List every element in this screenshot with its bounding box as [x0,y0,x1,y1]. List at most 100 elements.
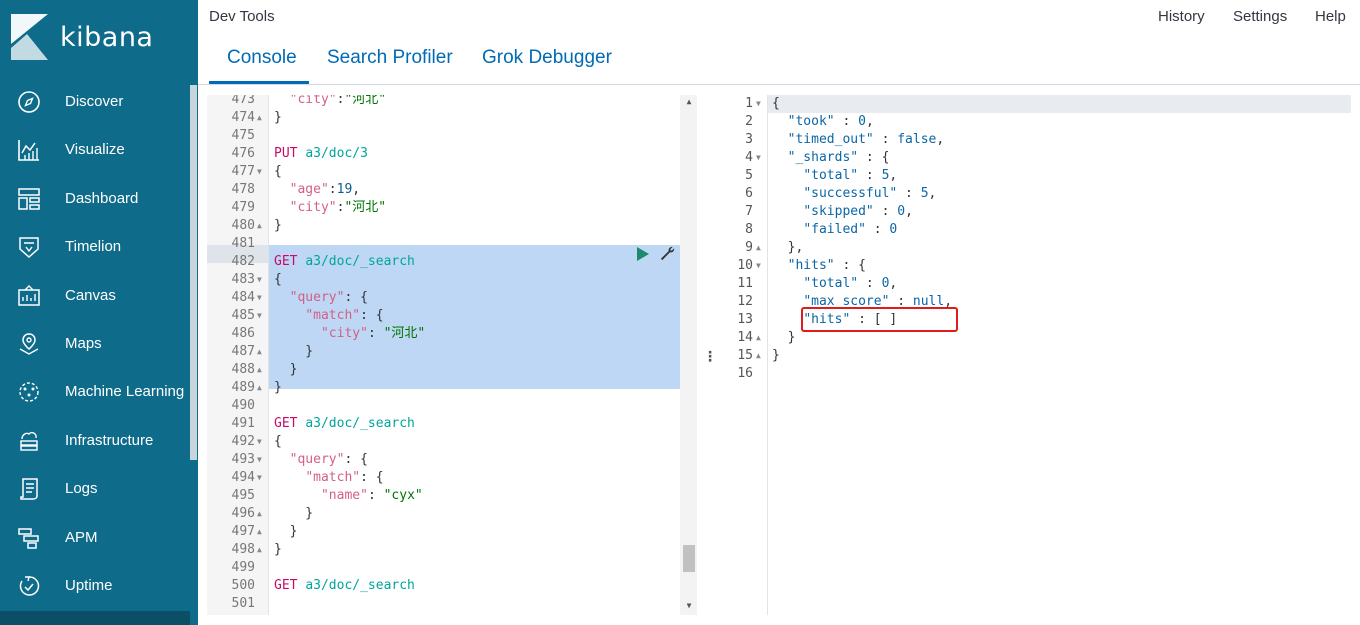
scroll-up-arrow[interactable]: ▲ [684,97,694,106]
scroll-down-arrow[interactable]: ▼ [684,601,694,610]
fold-toggle-icon[interactable]: ▲ [257,505,265,523]
nav-item-canvas[interactable]: Canvas [0,272,190,320]
code-line: } [274,380,282,395]
nav-item-dashboard[interactable]: Dashboard [0,175,190,223]
output-code-line: "total" : 5, [803,168,898,183]
fold-toggle-icon[interactable]: ▼ [257,307,265,325]
fold-toggle-icon[interactable]: ▲ [257,361,265,379]
line-number: 479 [231,200,255,215]
nav-label: Maps [65,335,102,352]
output-code-line: "took" : 0, [787,114,874,129]
fold-toggle-icon[interactable]: ▲ [257,343,265,361]
sidebar-scrollbar[interactable] [190,85,197,460]
line-number: 482 [231,254,255,269]
line-number: 475 [231,128,255,143]
fold-toggle-icon[interactable]: ▲ [257,379,265,397]
help-link[interactable]: Help [1315,8,1346,25]
nav-item-maps[interactable]: Maps [0,320,190,368]
fold-toggle-icon[interactable]: ▼ [756,149,764,167]
nav-item-infrastructure[interactable]: Infrastructure [0,417,190,465]
output-line-number: 5 [745,168,753,183]
nav-item-discover[interactable]: Discover [0,78,190,126]
fold-toggle-icon[interactable]: ▲ [257,541,265,559]
active-tab-indicator [209,81,309,84]
fold-toggle-icon[interactable]: ▼ [257,451,265,469]
line-number: 498 [231,542,255,557]
fold-toggle-icon[interactable]: ▲ [756,347,764,365]
code-line: "city": "河北" [320,326,426,341]
editor-scrollbar-track[interactable] [680,95,697,615]
output-code-line: "_shards" : { [787,150,890,165]
tab-console[interactable]: Console [227,47,297,69]
canvas-icon [18,285,40,306]
fold-toggle-icon[interactable]: ▼ [257,271,265,289]
fold-toggle-icon[interactable]: ▲ [257,523,265,541]
line-number: 476 [231,146,255,161]
code-line: } [274,542,282,557]
ml-icon [19,382,39,402]
line-number: 483 [231,272,255,287]
logs-icon [20,478,38,500]
dashboard-icon [18,188,40,210]
code-line: "name": "cyx" [320,488,423,503]
line-number: 500 [231,578,255,593]
fold-toggle-icon[interactable]: ▼ [756,95,764,113]
line-number: 495 [231,488,255,503]
nav-label: Discover [65,93,124,110]
output-line-number: 9 [745,240,753,255]
code-line: GET a3/doc/_search [274,578,415,593]
fold-toggle-icon[interactable]: ▲ [756,239,764,257]
code-line: "match": { [305,308,384,323]
code-line: "age":19, [289,182,361,197]
line-number: 480 [231,218,255,233]
map-pin-icon [19,333,39,355]
code-line: "match": { [305,470,384,485]
code-line: { [274,164,282,179]
line-number: 502 [207,613,255,615]
nav-item-machine-learning[interactable]: Machine Learning [0,368,190,416]
kibana-logo[interactable]: kibana [0,0,198,80]
play-icon[interactable] [636,247,650,261]
line-number: 478 [231,182,255,197]
sidebar: kibana Discover Visualize Dashboard Time… [0,0,198,625]
output-code-line: { [772,96,780,111]
nav-item-apm[interactable]: APM [0,514,190,562]
nav-label: Visualize [65,141,125,158]
response-output: 1 ▼{2 "took" : 0, 3 "timed_out" : false, 4 ▼… [713,95,1351,615]
output-code-line: }, [772,240,804,255]
nav-item-visualize[interactable]: Visualize [0,126,190,174]
fold-toggle-icon[interactable]: ▼ [756,257,764,275]
output-code-line: "total" : 0, [803,276,898,291]
fold-toggle-icon[interactable]: ▲ [257,109,265,127]
fold-toggle-icon[interactable]: ▼ [257,289,265,307]
nav-item-uptime[interactable]: Uptime [0,562,190,610]
active-line [713,95,1351,113]
tab-search-profiler[interactable]: Search Profiler [327,47,453,69]
code-line: { [274,434,282,449]
code-line: } [274,524,298,539]
fold-toggle-icon[interactable]: ▼ [257,469,265,487]
wrench-icon[interactable] [660,246,675,261]
sidebar-active-item[interactable] [0,611,190,625]
settings-link[interactable]: Settings [1233,8,1287,25]
output-line-number: 3 [745,132,753,147]
editor-scrollbar-thumb[interactable] [683,545,695,572]
fold-toggle-icon[interactable]: ▼ [257,163,265,181]
fold-toggle-icon[interactable]: ▲ [257,217,265,235]
output-line-number: 4 [745,150,753,165]
tab-grok-debugger[interactable]: Grok Debugger [482,47,612,69]
nav-item-logs[interactable]: Logs [0,465,190,513]
line-number: 487 [231,344,255,359]
history-link[interactable]: History [1158,8,1205,25]
output-code-line: "successful" : 5, [803,186,937,201]
compass-icon [18,91,40,113]
output-code-line: "skipped" : 0, [803,204,913,219]
request-editor[interactable]: 473 "city":"河北" 474 ▲} 475 476 PUT a3/doc/3 47… [207,95,697,615]
line-number: 493 [231,452,255,467]
hits-highlight-box [801,307,958,332]
fold-toggle-icon[interactable]: ▼ [257,433,265,451]
nav-item-timelion[interactable]: Timelion [0,223,190,271]
fold-toggle-icon[interactable]: ▲ [756,329,764,347]
output-line-number: 15 [737,348,753,363]
line-number: 499 [231,560,255,575]
